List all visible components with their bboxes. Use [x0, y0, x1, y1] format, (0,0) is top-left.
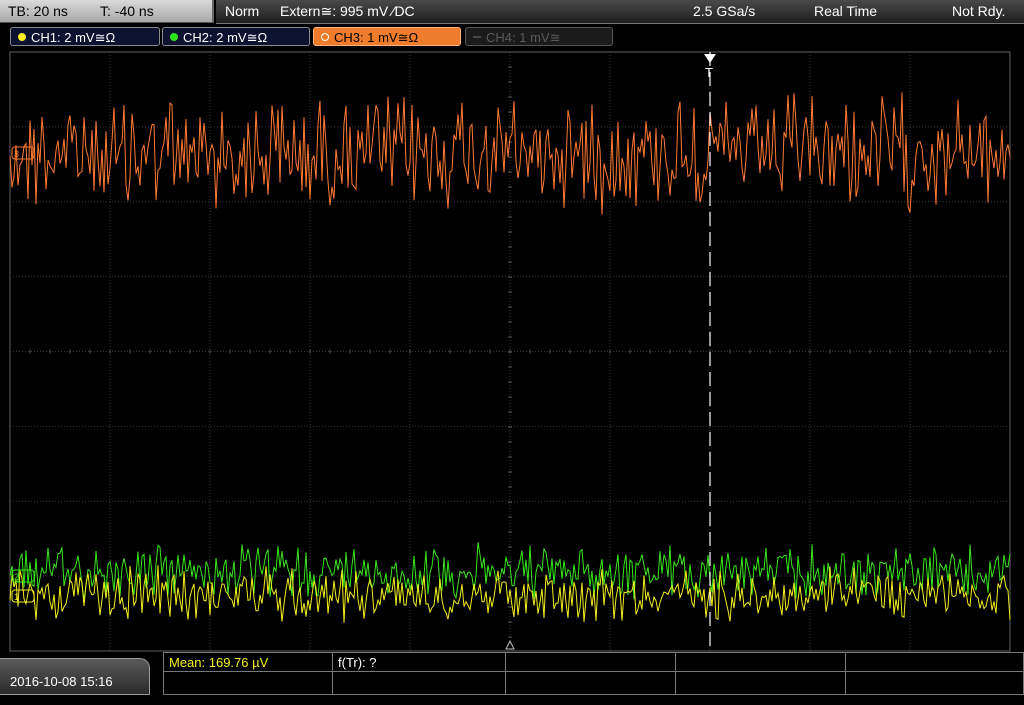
ch4-off-icon [473, 36, 481, 38]
status-bar: TB: 20 ns T: -40 ns Norm Extern≅: 995 mV… [0, 0, 1024, 24]
ch2-label: CH2: 2 mV≅Ω [183, 30, 268, 45]
measurement-slot-3[interactable] [505, 652, 676, 672]
trigger-mode-label[interactable]: Norm [225, 0, 259, 23]
ch4-label: CH4: 1 mV≅ [486, 30, 561, 45]
ch3-color-dot-icon [321, 33, 329, 41]
frequency-measurement[interactable]: f(Tr): ? [332, 652, 506, 672]
tab-ch2[interactable]: CH2: 2 mV≅Ω [162, 27, 310, 46]
tab-ch3[interactable]: CH3: 1 mV≅Ω [313, 27, 461, 46]
ch3-marker-icon: 3 [14, 149, 19, 159]
tab-ch4[interactable]: CH4: 1 mV≅ [465, 27, 613, 46]
ch1-label: CH1: 2 mV≅Ω [31, 30, 116, 45]
measurement-slot-5[interactable] [845, 652, 1024, 672]
trigger-source-label[interactable]: Extern≅: 995 mV ⁄DC [280, 0, 415, 23]
measurement-slot-9[interactable] [675, 671, 846, 695]
datetime-panel: 2016-10-08 15:16 [0, 658, 150, 695]
timebase-label[interactable]: TB: 20 ns [8, 0, 68, 22]
timebase-panel[interactable]: TB: 20 ns T: -40 ns [0, 0, 214, 23]
trigger-offset-label[interactable]: T: -40 ns [100, 0, 154, 22]
ch1-color-dot-icon [18, 33, 26, 41]
sample-rate-label[interactable]: 2.5 GSa/s [693, 0, 755, 23]
tab-ch1[interactable]: CH1: 2 mV≅Ω [10, 27, 160, 46]
acquisition-strip: Norm Extern≅: 995 mV ⁄DC 2.5 GSa/s Real … [216, 0, 1024, 24]
measurement-slot-6[interactable] [163, 671, 333, 695]
measurement-slot-4[interactable] [675, 652, 846, 672]
measurement-bar: 2016-10-08 15:16 Mean: 169.76 µV f(Tr): … [0, 652, 1024, 695]
frequency-value: f(Tr): ? [338, 655, 377, 670]
ch3-label: CH3: 1 mV≅Ω [334, 30, 419, 45]
trigger-marker-label: T [705, 65, 713, 80]
measurement-slot-8[interactable] [505, 671, 676, 695]
acquisition-mode-label[interactable]: Real Time [814, 0, 877, 23]
measurement-slot-7[interactable] [332, 671, 506, 695]
measurement-table[interactable]: Mean: 169.76 µV f(Tr): ? [163, 652, 1024, 695]
waveform-canvas[interactable]: T 3 2 1 [0, 49, 1024, 653]
mean-measurement[interactable]: Mean: 169.76 µV [163, 652, 333, 672]
datetime-label: 2016-10-08 15:16 [10, 674, 113, 689]
channel-tabs: CH1: 2 mV≅Ω CH2: 2 mV≅Ω CH3: 1 mV≅Ω CH4:… [0, 24, 1024, 49]
run-state-label: Not Rdy. [952, 3, 1006, 19]
ch1-marker-icon: 1 [14, 592, 19, 602]
mean-value: Mean: 169.76 µV [169, 655, 269, 670]
ch2-color-dot-icon [170, 33, 178, 41]
waveform-display[interactable]: T 3 2 1 [0, 49, 1024, 653]
measurement-slot-10[interactable] [845, 671, 1024, 695]
ch2-marker-icon: 2 [14, 572, 19, 582]
